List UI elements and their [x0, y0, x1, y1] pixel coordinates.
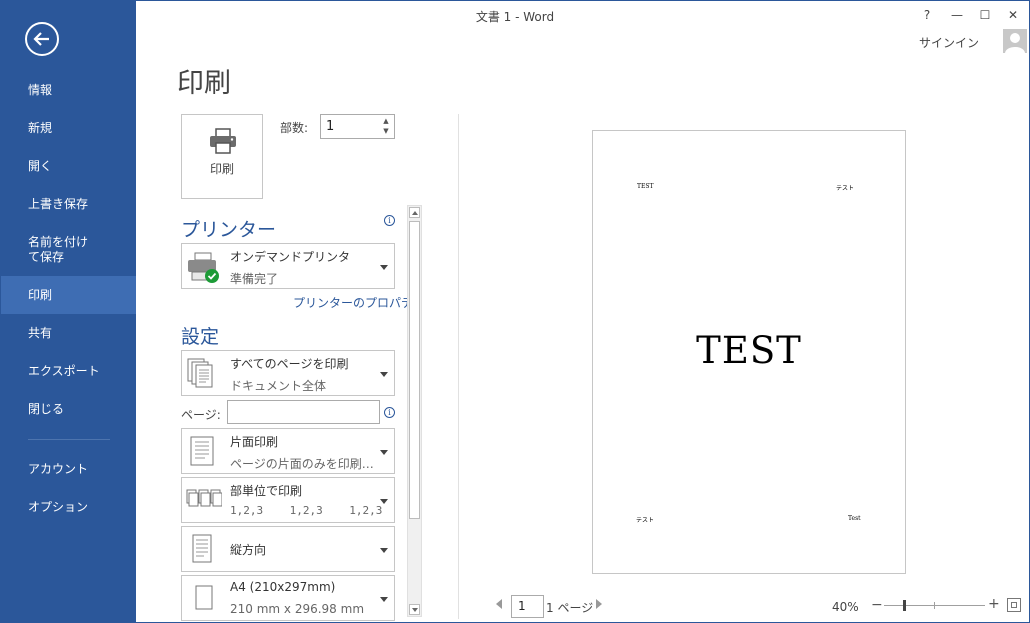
help-button[interactable]: ? — [916, 5, 938, 25]
signin-link[interactable]: サインイン — [919, 34, 979, 51]
print-button[interactable]: 印刷 — [181, 114, 263, 199]
chevron-down-icon — [380, 597, 388, 602]
sidebar-item-new[interactable]: 新規 — [1, 121, 136, 136]
paper-icon — [195, 585, 213, 610]
scroll-up-button[interactable] — [409, 207, 420, 218]
chevron-down-icon — [412, 608, 418, 612]
collate-dropdown[interactable]: 部単位で印刷 1,2,3 1,2,3 1,2,3 — [181, 477, 395, 523]
pages-stack-icon — [187, 358, 213, 388]
chevron-down-icon — [380, 499, 388, 504]
copies-spin-down[interactable]: ▼ — [380, 126, 392, 136]
printer-section-title: プリンター — [181, 219, 277, 241]
sidebar-item-save[interactable]: 上書き保存 — [1, 197, 136, 212]
backstage-sidebar: 情報 新規 開く 上書き保存 名前を付けて保存 印刷 共有 エクスポート 閉じる… — [1, 1, 136, 622]
collated-icon — [186, 489, 222, 507]
sidebar-item-info[interactable]: 情報 — [1, 83, 136, 98]
page-total: 1 ページ — [546, 601, 594, 615]
page-number-input[interactable]: 1 — [511, 595, 544, 618]
chevron-down-icon — [380, 372, 388, 377]
sides-dropdown[interactable]: 片面印刷 ページの片面のみを印刷… — [181, 428, 395, 474]
preview-body-text: TEST — [696, 329, 802, 372]
page-title: 印刷 — [177, 68, 231, 99]
previous-page-button[interactable] — [496, 599, 502, 609]
copies-value: 1 — [326, 119, 335, 134]
settings-scrollbar[interactable] — [407, 205, 422, 617]
settings-section-title: 設定 — [181, 326, 220, 348]
avatar[interactable] — [1003, 29, 1027, 53]
print-button-label: 印刷 — [209, 162, 234, 176]
printer-name: オンデマンドプリンタ — [230, 250, 351, 264]
paper-size-sub: 210 mm x 296.98 mm — [230, 602, 365, 616]
orientation-main: 縦方向 — [230, 543, 267, 557]
chevron-up-icon — [412, 211, 418, 215]
zoom-level[interactable]: 40% — [832, 600, 859, 614]
next-page-button[interactable] — [596, 599, 602, 609]
print-range-main: すべてのページを印刷 — [230, 357, 349, 371]
printer-dropdown[interactable]: オンデマンドプリンタ 準備完了 — [181, 243, 395, 289]
print-range-sub: ドキュメント全体 — [230, 379, 327, 393]
printer-ready-icon — [188, 252, 219, 283]
sidebar-item-print[interactable]: 印刷 — [1, 276, 136, 314]
print-range-dropdown[interactable]: すべてのページを印刷 ドキュメント全体 — [181, 350, 395, 396]
sidebar-item-save-as[interactable]: 名前を付けて保存 — [1, 235, 109, 265]
preview-footer-left: テスト — [636, 517, 655, 524]
zoom-slider-thumb[interactable] — [903, 600, 907, 611]
sidebar-divider — [28, 439, 110, 440]
zoom-slider-center-tick — [934, 602, 935, 609]
scroll-down-button[interactable] — [409, 604, 420, 615]
sidebar-item-open[interactable]: 開く — [1, 159, 136, 174]
zoom-in-button[interactable]: + — [988, 596, 1000, 612]
pages-label: ページ: — [181, 408, 221, 422]
sidebar-item-share[interactable]: 共有 — [1, 326, 136, 341]
sidebar-item-export[interactable]: エクスポート — [1, 364, 136, 379]
chevron-down-icon — [380, 450, 388, 455]
window-title: 文書 1 - Word — [475, 10, 555, 24]
printer-info-icon[interactable]: i — [384, 215, 395, 226]
printer-properties-link[interactable]: プリンターのプロパティ — [293, 294, 424, 311]
preview-header-right: テスト — [836, 185, 855, 192]
close-button[interactable]: ✕ — [1002, 5, 1024, 25]
sidebar-item-close[interactable]: 閉じる — [1, 402, 136, 417]
paper-size-dropdown[interactable]: A4 (210x297mm) 210 mm x 296.98 mm — [181, 575, 395, 621]
collate-main: 部単位で印刷 — [230, 484, 303, 498]
copies-input[interactable]: 1 ▲ ▼ — [320, 114, 395, 139]
copies-label: 部数: — [280, 121, 309, 135]
zoom-out-button[interactable]: − — [871, 597, 883, 613]
user-icon — [1005, 33, 1025, 53]
scroll-thumb[interactable] — [409, 221, 420, 519]
collate-sub: 1,2,3 1,2,3 1,2,3 — [230, 504, 383, 517]
arrow-left-icon — [33, 32, 49, 46]
back-button[interactable] — [25, 22, 59, 56]
paper-size-main: A4 (210x297mm) — [230, 580, 336, 594]
pages-info-icon[interactable]: i — [384, 407, 395, 418]
chevron-down-icon — [380, 265, 388, 270]
sidebar-item-account[interactable]: アカウント — [1, 462, 136, 477]
preview-header-left: TEST — [637, 183, 654, 190]
chevron-down-icon — [380, 548, 388, 553]
portrait-icon — [192, 534, 212, 563]
orientation-dropdown[interactable]: 縦方向 — [181, 526, 395, 572]
single-sided-icon — [190, 436, 214, 466]
printer-icon — [210, 128, 236, 154]
sides-sub: ページの片面のみを印刷… — [230, 457, 374, 471]
printer-status: 準備完了 — [230, 272, 279, 286]
page-number-value: 1 — [518, 599, 526, 613]
sides-main: 片面印刷 — [230, 435, 279, 449]
word-window: 情報 新規 開く 上書き保存 名前を付けて保存 印刷 共有 エクスポート 閉じる… — [0, 0, 1030, 623]
copies-spin-up[interactable]: ▲ — [380, 116, 392, 126]
panel-divider — [458, 114, 459, 619]
pages-input[interactable] — [227, 400, 380, 424]
zoom-to-page-button[interactable] — [1007, 598, 1021, 612]
sidebar-item-options[interactable]: オプション — [1, 500, 136, 515]
minimize-button[interactable]: — — [946, 5, 968, 25]
preview-footer-right: Test — [848, 515, 861, 522]
fit-page-icon — [1011, 602, 1017, 608]
maximize-button[interactable]: ☐ — [974, 5, 996, 25]
print-preview-page: TEST テスト TEST テスト Test — [592, 130, 906, 574]
